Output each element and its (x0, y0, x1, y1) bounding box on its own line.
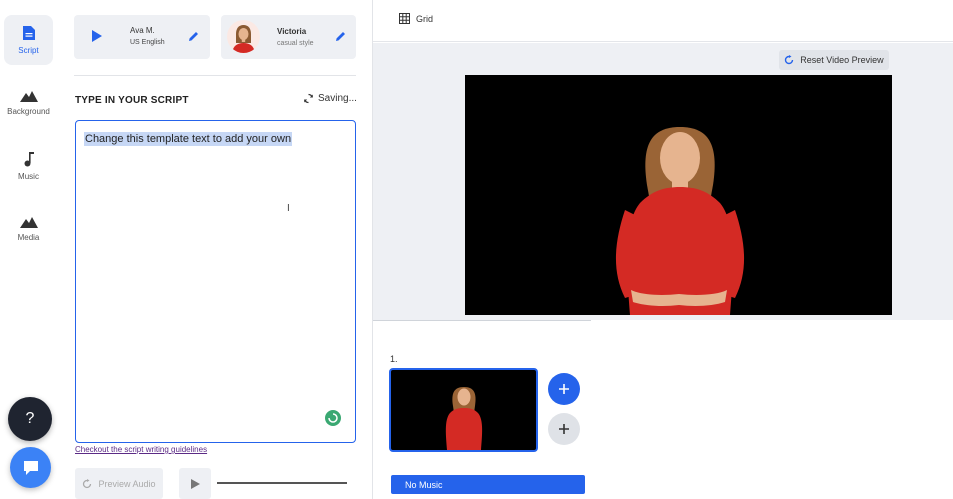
music-label: No Music (405, 479, 443, 490)
video-preview (465, 75, 892, 315)
voice-name: Ava M. (130, 26, 155, 35)
scene-timeline: 1. No Music (373, 320, 953, 499)
script-section-title: TYPE IN YOUR SCRIPT (75, 95, 189, 106)
chat-bubble-icon (23, 460, 38, 475)
grid-button[interactable]: Grid (399, 13, 433, 24)
sidebar-item-music[interactable]: Music (4, 141, 53, 191)
help-label: ? (25, 410, 35, 427)
grid-label: Grid (416, 13, 434, 24)
script-textarea[interactable]: Change this template text to add your ow… (75, 120, 356, 443)
chat-button[interactable] (10, 447, 51, 488)
divider (373, 320, 591, 321)
preview-audio-label: Preview Audio (98, 478, 156, 489)
sidebar-item-label: Script (18, 46, 39, 55)
scene-thumbnail[interactable] (389, 368, 538, 452)
mountain-icon (19, 217, 38, 228)
play-icon[interactable] (89, 29, 103, 43)
sidebar-item-label: Background (7, 107, 50, 116)
reset-video-preview-button[interactable]: Reset Video Preview (779, 50, 889, 70)
add-scene-secondary-button[interactable] (548, 413, 580, 445)
text-cursor-icon: I (287, 203, 290, 214)
refresh-icon (785, 55, 794, 65)
avatar-name: Victoria (277, 27, 307, 36)
sidebar: Script Background Music Media ? (0, 0, 57, 499)
refresh-icon (83, 478, 92, 488)
preview-audio-button[interactable]: Preview Audio (75, 468, 163, 499)
pencil-icon[interactable] (335, 31, 346, 42)
mountain-icon (19, 91, 38, 102)
avatar-style: casual style (277, 40, 314, 47)
script-panel: Ava M. US English Victoria casual style … (57, 0, 373, 499)
video-stage: Reset Video Preview (373, 43, 953, 320)
audio-progress-track[interactable] (217, 482, 347, 484)
help-button[interactable]: ? (8, 397, 52, 441)
reset-label: Reset Video Preview (800, 55, 884, 65)
script-text: Change this template text to add your ow… (84, 132, 293, 146)
avatar (227, 20, 260, 53)
voice-language: US English (130, 39, 165, 46)
app-window: Script Background Music Media ? Ava M. U… (0, 0, 953, 499)
sidebar-item-media[interactable]: Media (4, 204, 53, 254)
preview-toolbar: Grid (373, 0, 953, 42)
divider (74, 75, 356, 76)
sidebar-item-label: Media (17, 233, 40, 242)
avatar-card[interactable]: Victoria casual style (221, 15, 356, 59)
play-icon (190, 478, 200, 489)
audio-play-button[interactable] (179, 468, 211, 499)
presenter-thumbnail (445, 387, 483, 450)
music-track-bar[interactable]: No Music (391, 475, 585, 494)
plus-icon (559, 384, 569, 394)
saving-label: Saving... (318, 93, 357, 104)
saving-status: Saving... (303, 93, 357, 104)
script-guidelines-link[interactable]: Checkout the script writing guidelines (75, 445, 207, 454)
plus-icon (559, 424, 569, 434)
document-icon (22, 26, 35, 40)
music-note-icon (24, 152, 34, 167)
sidebar-item-background[interactable]: Background (4, 78, 53, 128)
pencil-icon[interactable] (188, 31, 199, 42)
add-scene-button[interactable] (548, 373, 580, 405)
loading-spinner-icon (325, 410, 341, 426)
sidebar-item-label: Music (18, 172, 39, 181)
grid-icon (399, 13, 410, 24)
sync-icon (304, 93, 313, 104)
scene-number: 1. (390, 354, 398, 364)
sidebar-item-script[interactable]: Script (4, 15, 53, 65)
voice-card[interactable]: Ava M. US English (74, 15, 210, 59)
presenter-figure (615, 127, 745, 315)
